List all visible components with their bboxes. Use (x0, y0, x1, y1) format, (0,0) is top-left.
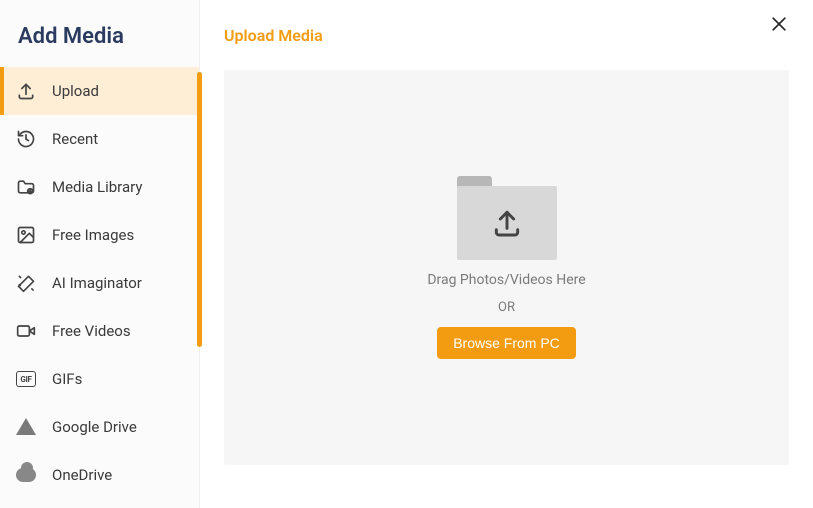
upload-dropzone[interactable]: Drag Photos/Videos Here OR Browse From P… (224, 70, 789, 465)
image-icon (16, 225, 36, 245)
sidebar-item-free-images[interactable]: Free Images (0, 211, 199, 259)
sidebar-item-label: GIFs (52, 370, 82, 388)
folder-icon (16, 177, 36, 197)
drop-text: Drag Photos/Videos Here (427, 272, 585, 288)
sidebar-item-google-drive[interactable]: Google Drive (0, 403, 199, 451)
magic-icon (16, 273, 36, 293)
or-text: OR (498, 300, 515, 315)
gdrive-icon (16, 417, 36, 437)
sidebar-item-media-library[interactable]: Media Library (0, 163, 199, 211)
sidebar: Add Media Upload Recent Media Library (0, 0, 200, 508)
sidebar-item-free-videos[interactable]: Free Videos (0, 307, 199, 355)
sidebar-item-label: Media Library (52, 178, 142, 196)
add-media-dialog: Add Media Upload Recent Media Library (0, 0, 813, 508)
sidebar-item-label: Free Images (52, 226, 134, 244)
sidebar-item-label: AI Imaginator (52, 274, 142, 292)
main-panel: Upload Media Drag Photos/Videos Here OR … (200, 0, 813, 508)
sidebar-title: Add Media (0, 0, 199, 67)
sidebar-item-label: Google Drive (52, 418, 137, 436)
main-header: Upload Media (224, 20, 789, 50)
onedrive-icon (16, 465, 36, 485)
video-icon (16, 321, 36, 341)
sidebar-item-ai-imaginator[interactable]: AI Imaginator (0, 259, 199, 307)
sidebar-item-label: Recent (52, 130, 98, 148)
close-icon (769, 19, 789, 38)
sidebar-item-gifs[interactable]: GIF GIFs (0, 355, 199, 403)
gif-icon: GIF (16, 369, 36, 389)
upload-icon (16, 81, 36, 101)
close-button[interactable] (769, 14, 793, 38)
sidebar-item-onedrive[interactable]: OneDrive (0, 451, 199, 499)
browse-button[interactable]: Browse From PC (437, 327, 576, 359)
sidebar-list: Upload Recent Media Library Free Images (0, 67, 199, 499)
sidebar-item-label: Free Videos (52, 322, 131, 340)
folder-upload-icon (457, 176, 557, 260)
history-icon (16, 129, 36, 149)
sidebar-item-recent[interactable]: Recent (0, 115, 199, 163)
sidebar-item-upload[interactable]: Upload (0, 67, 199, 115)
sidebar-item-label: Upload (52, 82, 99, 100)
main-title: Upload Media (224, 26, 323, 45)
sidebar-item-label: OneDrive (52, 466, 112, 484)
